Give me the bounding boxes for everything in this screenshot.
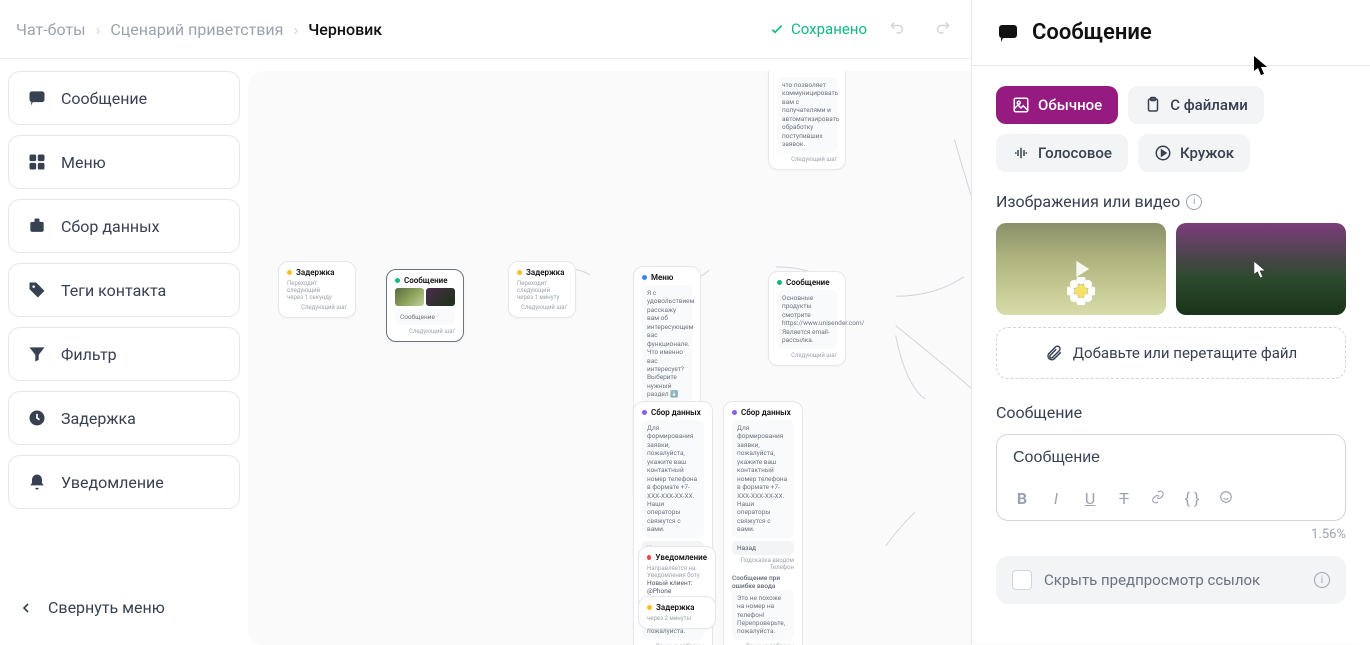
properties-panel: Сообщение Обычное С файлами Голосовое Кр…: [971, 0, 1370, 644]
message-section-label: Сообщение: [996, 403, 1346, 422]
link-button[interactable]: [1149, 489, 1167, 508]
funnel-icon: [27, 344, 47, 364]
media-thumbnail-1[interactable]: [996, 223, 1166, 315]
bold-button[interactable]: B: [1013, 489, 1031, 508]
clock-icon: [27, 408, 47, 428]
sidebar-item-label: Сообщение: [61, 89, 147, 108]
sidebar-item-tags[interactable]: Теги контакта: [8, 263, 240, 317]
hide-link-preview-option[interactable]: Скрыть предпросмотр ссылок i: [996, 556, 1346, 604]
sidebar-item-label: Меню: [61, 153, 106, 172]
audio-icon: [1012, 144, 1030, 162]
saved-status: Сохранено: [769, 20, 867, 38]
tab-voice[interactable]: Голосовое: [996, 134, 1128, 172]
sidebar-item-menu[interactable]: Меню: [8, 135, 240, 189]
info-icon[interactable]: i: [1314, 572, 1330, 588]
character-percent: 1.56%: [996, 527, 1346, 542]
sidebar-item-data-collection[interactable]: Сбор данных: [8, 199, 240, 253]
italic-button[interactable]: I: [1047, 489, 1065, 508]
breadcrumb-item-draft: Черновик: [308, 20, 382, 39]
chevron-right-icon: ›: [293, 20, 298, 39]
sidebar-item-filter[interactable]: Фильтр: [8, 327, 240, 381]
panel-title: Сообщение: [972, 0, 1370, 66]
node-message-selected[interactable]: Сообщение Сообщение Следующий шаг: [386, 269, 464, 342]
sidebar-item-notification[interactable]: Уведомление: [8, 455, 240, 509]
check-icon: [769, 21, 785, 37]
tag-icon: [27, 280, 47, 300]
node-delay-3[interactable]: Задержка через 2 минуты: [638, 596, 716, 629]
image-icon: [1012, 96, 1030, 114]
play-circle-icon: [1154, 144, 1172, 162]
node-delay-1[interactable]: Задержка Переходит следующий через 1 сек…: [278, 261, 356, 318]
tab-with-files[interactable]: С файлами: [1128, 86, 1264, 124]
sidebar-item-message[interactable]: Сообщение: [8, 71, 240, 125]
media-section-label: Изображения или видео i: [996, 192, 1346, 211]
collapse-menu-button[interactable]: Свернуть меню: [8, 582, 240, 633]
grid-icon: [27, 152, 47, 172]
bell-icon: [27, 472, 47, 492]
message-type-tabs: Обычное С файлами Голосовое Кружок: [996, 86, 1346, 172]
editor-toolbar: B I U T { }: [997, 481, 1345, 520]
node-delay-2[interactable]: Задержка Переходит следующий через 1 мин…: [508, 261, 576, 318]
play-icon: [1067, 255, 1095, 283]
redo-button[interactable]: [929, 14, 955, 44]
undo-button[interactable]: [885, 14, 911, 44]
checkbox[interactable]: [1012, 570, 1032, 590]
media-thumbnail-2[interactable]: [1176, 223, 1346, 315]
chevron-left-icon: [18, 600, 34, 616]
sidebar-item-label: Сбор данных: [61, 217, 160, 236]
underline-button[interactable]: U: [1081, 489, 1099, 508]
breadcrumb-item-chatbots[interactable]: Чат-боты: [16, 20, 86, 39]
variable-button[interactable]: { }: [1183, 489, 1201, 508]
message-icon: [27, 88, 47, 108]
strikethrough-button[interactable]: T: [1115, 489, 1133, 508]
sidebar-item-label: Задержка: [61, 409, 136, 428]
sidebar-item-label: Теги контакта: [61, 281, 166, 300]
cursor-icon: [1254, 261, 1268, 279]
message-editor: B I U T { }: [996, 434, 1346, 521]
node-data-2[interactable]: Сбор данных Для формирования заявки, пож…: [723, 401, 803, 645]
emoji-button[interactable]: [1217, 489, 1235, 508]
sidebar-item-label: Уведомление: [61, 473, 164, 492]
breadcrumb-item-scenario[interactable]: Сценарий приветствия: [110, 20, 283, 39]
node-message-top[interactable]: что позволяет коммуницировать вам с полу…: [768, 71, 846, 170]
info-icon[interactable]: i: [1186, 194, 1202, 210]
tab-circle-video[interactable]: Кружок: [1138, 134, 1250, 172]
tab-regular[interactable]: Обычное: [996, 86, 1118, 124]
breadcrumb: Чат-боты › Сценарий приветствия › Чернов…: [16, 20, 382, 39]
chevron-right-icon: ›: [96, 20, 101, 39]
clipboard-icon: [1144, 96, 1162, 114]
paperclip-icon: [1045, 344, 1063, 362]
sidebar: Сообщение Меню Сбор данных Теги контакта…: [0, 59, 248, 645]
sidebar-item-delay[interactable]: Задержка: [8, 391, 240, 445]
node-message-2[interactable]: Сообщение Основные продукты смотрите htt…: [768, 271, 846, 366]
form-icon: [27, 216, 47, 236]
sidebar-item-label: Фильтр: [61, 345, 117, 364]
message-icon: [996, 21, 1020, 45]
message-input[interactable]: [997, 435, 1345, 481]
upload-dropzone[interactable]: Добавьте или перетащите файл: [996, 327, 1346, 379]
